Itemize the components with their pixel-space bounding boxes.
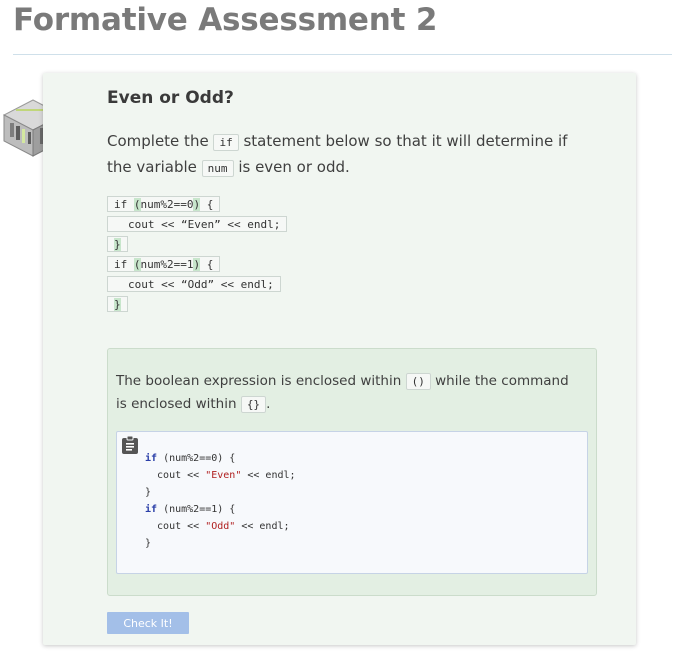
code-block-if-even[interactable]: if (num%2==0) { [107,196,287,212]
prompt-part-1: Complete the [107,132,214,150]
code-line: cout << "Odd" << endl; [145,521,290,532]
code-block-chip[interactable]: cout << “Even” << endl; [107,216,288,232]
prompt-part-3: is even or odd. [233,158,350,176]
inline-code-braces: {} [240,396,267,413]
code-block-if-odd[interactable]: if (num%2==1) { [107,256,287,272]
code-block-close-brace[interactable]: } [107,236,287,252]
block-post: { [200,198,214,211]
code-block-chip[interactable]: } [107,236,128,252]
code-line: cout << "Even" << endl; [145,470,296,481]
code-line: if (num%2==0) { [145,453,236,464]
block-post: { [200,258,214,271]
check-it-button[interactable]: Check It! [107,612,189,634]
gap-brace[interactable]: } [114,298,121,311]
block-pre: if [114,198,134,211]
inline-code-num: num [201,160,234,177]
gap-open-paren[interactable]: ( [133,258,141,271]
code-blocks-area: if (num%2==0) { cout << “Even” << endl; … [107,196,288,316]
clipboard-icon[interactable] [121,435,139,455]
hint-part-1: The boolean expression is enclosed withi… [116,373,406,389]
hint-panel: The boolean expression is enclosed withi… [107,348,597,596]
block-pre: if [114,258,134,271]
prompt-text: Complete the if statement below so that … [107,129,587,181]
title-divider [13,54,672,55]
block-mid: num%2==1 [140,258,194,271]
block-mid: num%2==0 [140,198,194,211]
inline-code-parens: () [405,373,431,390]
code-line: if (num%2==1) { [145,504,236,515]
code-block-chip[interactable]: if (num%2==0) { [107,196,221,212]
hint-part-3: . [266,396,271,412]
hint-text: The boolean expression is enclosed withi… [116,370,576,416]
code-block-chip[interactable]: cout << “Odd” << endl; [107,276,281,292]
code-sample: if (num%2==0) { cout << "Even" << endl; … [145,450,296,552]
code-block-cout-even[interactable]: cout << “Even” << endl; [107,216,288,232]
code-block-cout-odd[interactable]: cout << “Odd” << endl; [107,276,287,292]
inline-code-if: if [213,134,239,151]
gap-open-paren[interactable]: ( [133,198,141,211]
code-line: } [145,538,152,549]
page-title: Formative Assessment 2 [13,2,438,38]
gap-brace[interactable]: } [114,238,121,251]
code-block-chip[interactable]: } [107,296,128,312]
code-block-close-brace[interactable]: } [107,296,287,312]
code-block-chip[interactable]: if (num%2==1) { [107,256,221,272]
code-line: } [145,487,152,498]
card-title: Even or Odd? [107,88,234,108]
assessment-card: Even or Odd? Complete the if statement b… [43,73,636,645]
code-sample-box: if (num%2==0) { cout << "Even" << endl; … [116,431,588,574]
